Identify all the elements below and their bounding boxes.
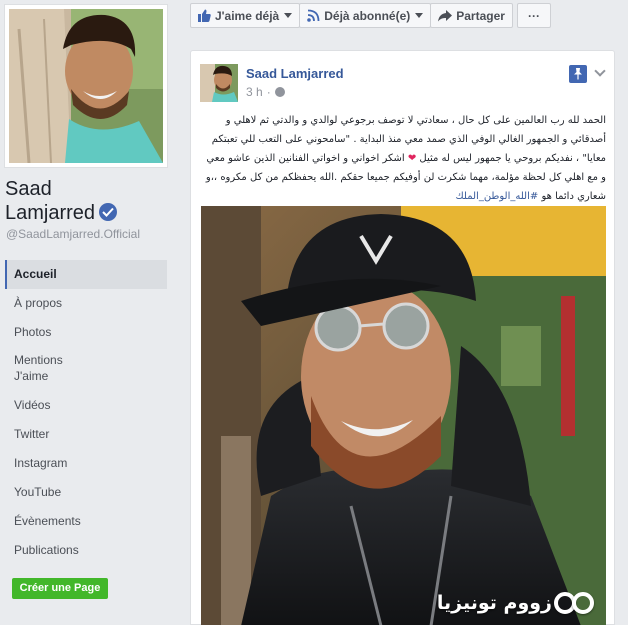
more-options-button[interactable]: ··· bbox=[516, 3, 551, 28]
nav-item-youtube[interactable]: YouTube bbox=[5, 478, 167, 507]
watermark-text: زووم تونيزيا bbox=[436, 592, 552, 614]
nav-item-mentions-jaime-label: Mentions J'aime bbox=[14, 353, 63, 383]
post-text: الحمد لله رب العالمين على كل حال ، سعادت… bbox=[201, 111, 606, 206]
watermark-ring-icon bbox=[572, 592, 594, 614]
caret-down-icon bbox=[284, 13, 293, 18]
post-author-name[interactable]: Saad Lamjarred bbox=[246, 66, 344, 81]
pin-icon[interactable] bbox=[569, 65, 587, 83]
nav-item-videos[interactable]: Vidéos bbox=[5, 391, 167, 420]
post-photo[interactable]: زووم تونيزيا bbox=[201, 206, 606, 625]
post-hashtag[interactable]: #الله_الوطن_الملك bbox=[455, 191, 538, 202]
profile-picture-frame[interactable] bbox=[4, 4, 168, 168]
profile-picture[interactable] bbox=[9, 9, 163, 163]
share-button-label: Partager bbox=[456, 8, 505, 23]
nav-item-instagram[interactable]: Instagram bbox=[5, 449, 167, 478]
page-name[interactable]: Saad Lamjarred bbox=[5, 177, 175, 225]
caret-down-icon bbox=[415, 13, 424, 18]
like-button[interactable]: J'aime déjà bbox=[190, 3, 301, 28]
verified-badge-icon bbox=[99, 203, 118, 221]
nav-item-a-propos[interactable]: À propos bbox=[5, 289, 167, 318]
post-author-avatar[interactable] bbox=[200, 64, 238, 102]
rss-icon bbox=[307, 9, 320, 22]
create-page-button[interactable]: Créer une Page bbox=[12, 578, 108, 599]
page-handle: @SaadLamjarred.Official bbox=[6, 227, 141, 241]
thumbs-up-icon bbox=[198, 9, 211, 22]
chevron-down-icon[interactable] bbox=[594, 65, 606, 77]
like-button-label: J'aime déjà bbox=[215, 8, 280, 23]
share-arrow-icon bbox=[438, 9, 453, 21]
page-name-line1: Saad bbox=[5, 178, 52, 200]
meta-separator: · bbox=[266, 85, 271, 99]
action-bar: J'aime déjà Déjà abonné(e) Partager ··· bbox=[190, 3, 551, 28]
page-name-line2: Lamjarred bbox=[5, 202, 96, 224]
share-button[interactable]: Partager bbox=[430, 3, 513, 28]
nav-item-publications[interactable]: Publications bbox=[5, 536, 167, 565]
nav-item-evenements[interactable]: Évènements bbox=[5, 507, 167, 536]
nav-item-twitter[interactable]: Twitter bbox=[5, 420, 167, 449]
post-meta: 3 h · bbox=[246, 85, 285, 99]
globe-icon bbox=[274, 87, 285, 97]
nav-item-accueil[interactable]: Accueil bbox=[5, 260, 167, 289]
post-time[interactable]: 3 h bbox=[246, 85, 263, 99]
watermark-logo-icon bbox=[554, 592, 594, 614]
page-nav: Accueil À propos Photos Mentions J'aime … bbox=[5, 260, 167, 565]
post-card: Saad Lamjarred 3 h · الحمد لله رب العالم… bbox=[190, 50, 615, 625]
heart-emoji: ❤ bbox=[407, 153, 417, 164]
left-column: Saad Lamjarred @SaadLamjarred.Official A… bbox=[0, 0, 178, 625]
nav-item-photos[interactable]: Photos bbox=[5, 318, 167, 347]
nav-item-mentions-jaime[interactable]: Mentions J'aime bbox=[5, 347, 167, 391]
follow-button[interactable]: Déjà abonné(e) bbox=[299, 3, 432, 28]
follow-button-label: Déjà abonné(e) bbox=[324, 8, 411, 23]
watermark: زووم تونيزيا bbox=[437, 592, 594, 614]
